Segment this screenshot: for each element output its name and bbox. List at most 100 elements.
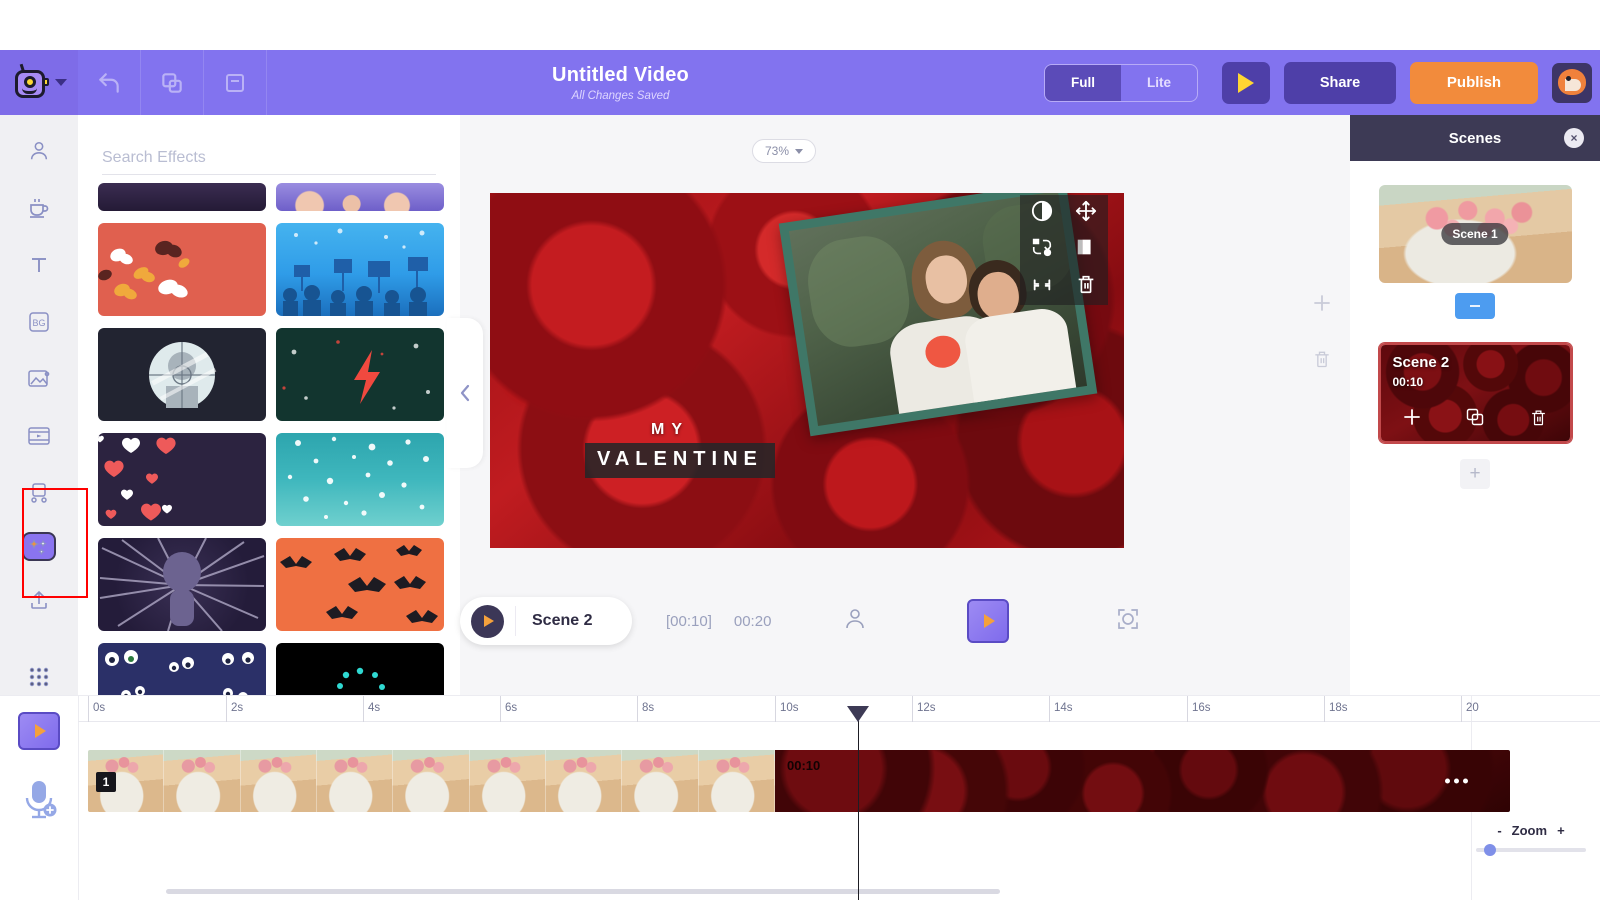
timeline-clip-1[interactable]: 1 [88,750,775,812]
effect-tile-hearts[interactable] [98,433,266,526]
timeline-clip-2[interactable]: 00:10 [775,750,1510,812]
butterflies-icon [98,240,190,300]
scene-transition-divider-button[interactable] [1455,293,1495,319]
canvas-delete-button[interactable] [1312,348,1332,375]
sidebar-item-props[interactable] [17,190,61,225]
add-scene-button[interactable]: + [1460,459,1490,489]
effects-panel [78,115,460,695]
zoom-slider[interactable] [1476,844,1586,856]
effect-tile-butterflies[interactable] [98,223,266,316]
timeline-ruler[interactable]: 0s 2s 4s 6s 8s 10s 12s 14s 16s 18s 20 [78,696,1600,722]
scene-play-button[interactable] [471,604,504,638]
effect-tile-loading-dots[interactable] [276,643,444,695]
scene-character-button[interactable] [843,606,867,637]
replace-button[interactable] [1031,236,1053,263]
audio-track-button[interactable] [19,778,59,825]
scene-thumbnail-2[interactable]: Scene 2 00:10 [1378,343,1572,443]
element-toolbar [1020,195,1108,305]
effect-tile-protest-crowd[interactable] [276,223,444,316]
zoom-level-value: 73% [764,144,790,158]
scene-transition-button[interactable] [967,599,1010,643]
sidebar-item-image[interactable] [17,361,61,396]
shrink-button[interactable] [1031,273,1053,300]
scene-2-actions [1381,407,1570,433]
undo-button[interactable] [78,50,140,115]
bg-icon: BG [29,311,49,332]
scene-thumbnail-1[interactable]: Scene 1 [1378,185,1572,283]
left-sidebar: BG [0,115,78,695]
search-input[interactable] [102,141,436,175]
tab-full[interactable]: Full [1045,64,1121,101]
timeline-scrollbar[interactable] [166,889,1000,894]
mode-toggle[interactable]: Full Lite [1044,63,1198,102]
effect-tile-target-scope[interactable] [98,328,266,421]
ruler-tick-label: 4s [368,702,381,714]
plus-icon [1314,295,1330,311]
opacity-button[interactable] [1031,200,1053,227]
move-button[interactable] [1075,200,1097,227]
video-track-button[interactable] [18,712,60,750]
avatar[interactable] [1552,62,1592,103]
timeline: 0s 2s 4s 6s 8s 10s 12s 14s 16s 18s 20 1 … [0,695,1600,900]
timeline-zoom-control: - Zoom + [1476,823,1586,856]
share-button[interactable]: Share [1284,61,1396,104]
sidebar-item-shapes[interactable] [17,475,61,510]
app-logo-button[interactable] [0,50,78,115]
ruler-tick-label: 6s [505,702,518,714]
zoom-level-dropdown[interactable]: 73% [752,139,816,163]
effect-tile-dark-strip[interactable] [98,183,266,211]
coffee-icon [30,198,49,218]
zoom-out-button[interactable]: - [1497,823,1501,838]
chevron-down-icon[interactable] [55,79,67,86]
publish-button[interactable]: Publish [1410,61,1538,104]
sidebar-item-video[interactable] [17,418,61,453]
play-icon [35,724,46,738]
preview-play-button[interactable] [1222,61,1270,104]
scene-control-bar: Scene 2 [00:10] 00:20 [460,583,1350,659]
canvas-side-actions [1312,293,1332,375]
zoom-slider-knob[interactable] [1484,844,1496,856]
effect-tile-snow-teal[interactable] [276,433,444,526]
sidebar-item-character[interactable] [17,133,61,168]
ruler-tick: 20 [1461,696,1479,722]
clip-2-menu-button[interactable] [1445,778,1468,784]
sidebar-item-effects[interactable] [22,532,56,561]
scene-current-time: [00:10] [666,612,712,630]
image-icon [28,369,50,387]
duplicate-button[interactable] [141,50,203,115]
shapes-icon [31,483,47,503]
effect-tile-speed-lines[interactable] [98,538,266,631]
scene-play-pill[interactable]: Scene 2 [460,597,632,645]
sidebar-item-more[interactable] [17,660,61,695]
ruler-tick: 16s [1187,696,1211,722]
ruler-tick-label: 12s [917,702,936,714]
effect-tile-lightning-bolt[interactable] [276,328,444,421]
shrink-icon [1033,279,1051,291]
trash-icon [1078,275,1094,294]
flip-button[interactable] [1075,236,1097,263]
playhead-handle[interactable] [847,706,869,722]
effect-tile-googly-eyes[interactable] [98,643,266,695]
scene-add-button[interactable] [1402,407,1422,433]
sidebar-item-upload[interactable] [17,583,61,618]
scene-delete-button[interactable] [1529,407,1548,433]
scene-duplicate-button[interactable] [1465,407,1485,433]
canvas-add-button[interactable] [1312,293,1332,318]
video-canvas[interactable]: MY VALENTINE [490,193,1124,548]
close-scenes-button[interactable]: × [1564,128,1584,148]
zoom-in-button[interactable]: + [1557,823,1565,838]
caption-text-element[interactable]: MY VALENTINE [585,421,775,478]
collapse-panel-button[interactable] [447,318,483,468]
effect-tile-crowd-hands[interactable] [276,183,444,211]
bats-icon [280,545,438,623]
clip-2-time: 00:10 [787,758,821,773]
clip-1-number: 1 [96,772,116,792]
sidebar-item-background[interactable]: BG [17,304,61,339]
delete-button[interactable] [1075,273,1097,300]
timeline-playhead[interactable] [847,706,869,900]
sidebar-item-text[interactable] [17,247,61,282]
project-title-block: Untitled Video All Changes Saved [197,64,1044,102]
effect-tile-bats[interactable] [276,538,444,631]
scene-focus-button[interactable] [1115,606,1141,637]
tab-lite[interactable]: Lite [1121,65,1197,101]
